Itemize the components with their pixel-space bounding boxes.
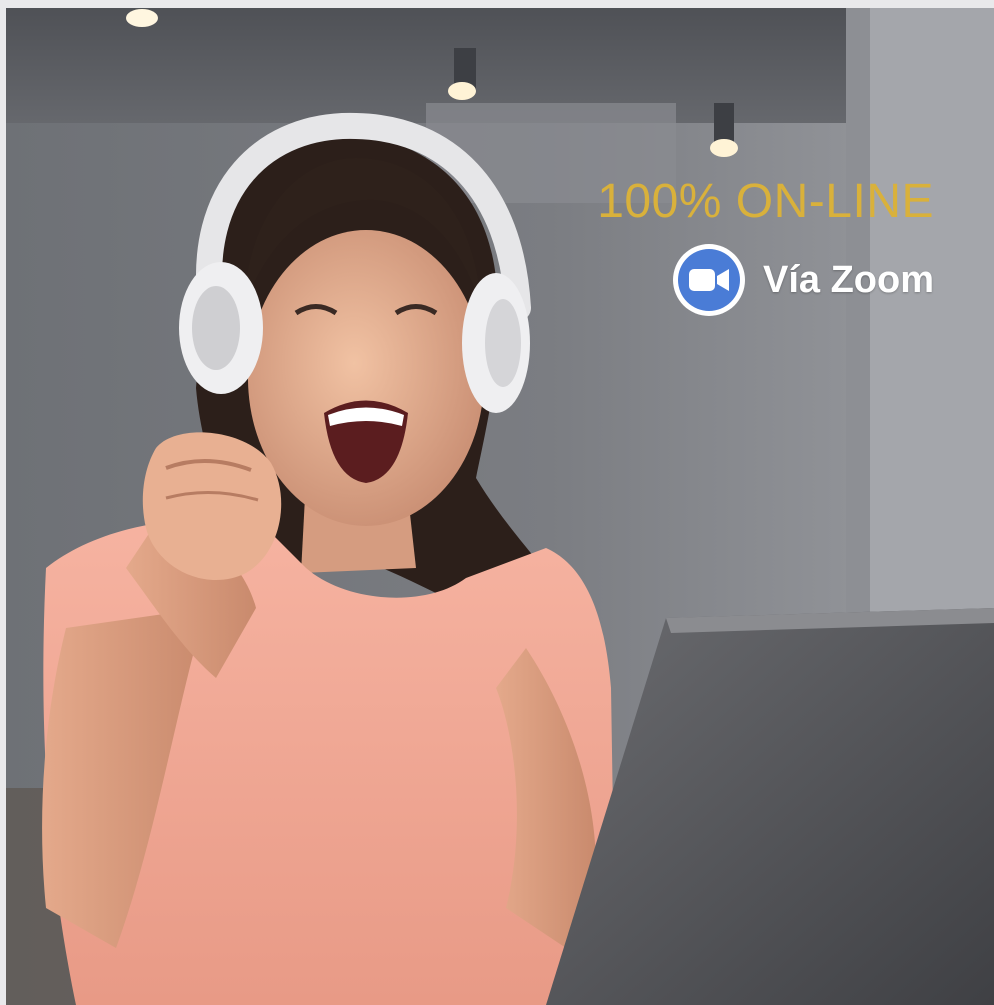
zoom-label: Vía Zoom [762,259,934,301]
zoom-logo [672,244,745,316]
video-camera-icon [688,269,729,291]
promo-overlay: 100% ON-LINE Vía Zoom [564,178,934,316]
online-headline: 100% ON-LINE [597,175,934,228]
photo-woman-celebrating-with-headphones [6,8,994,1005]
zoom-row: Vía Zoom [564,244,934,316]
hero-image: 100% ON-LINE Vía Zoom [6,8,994,1005]
